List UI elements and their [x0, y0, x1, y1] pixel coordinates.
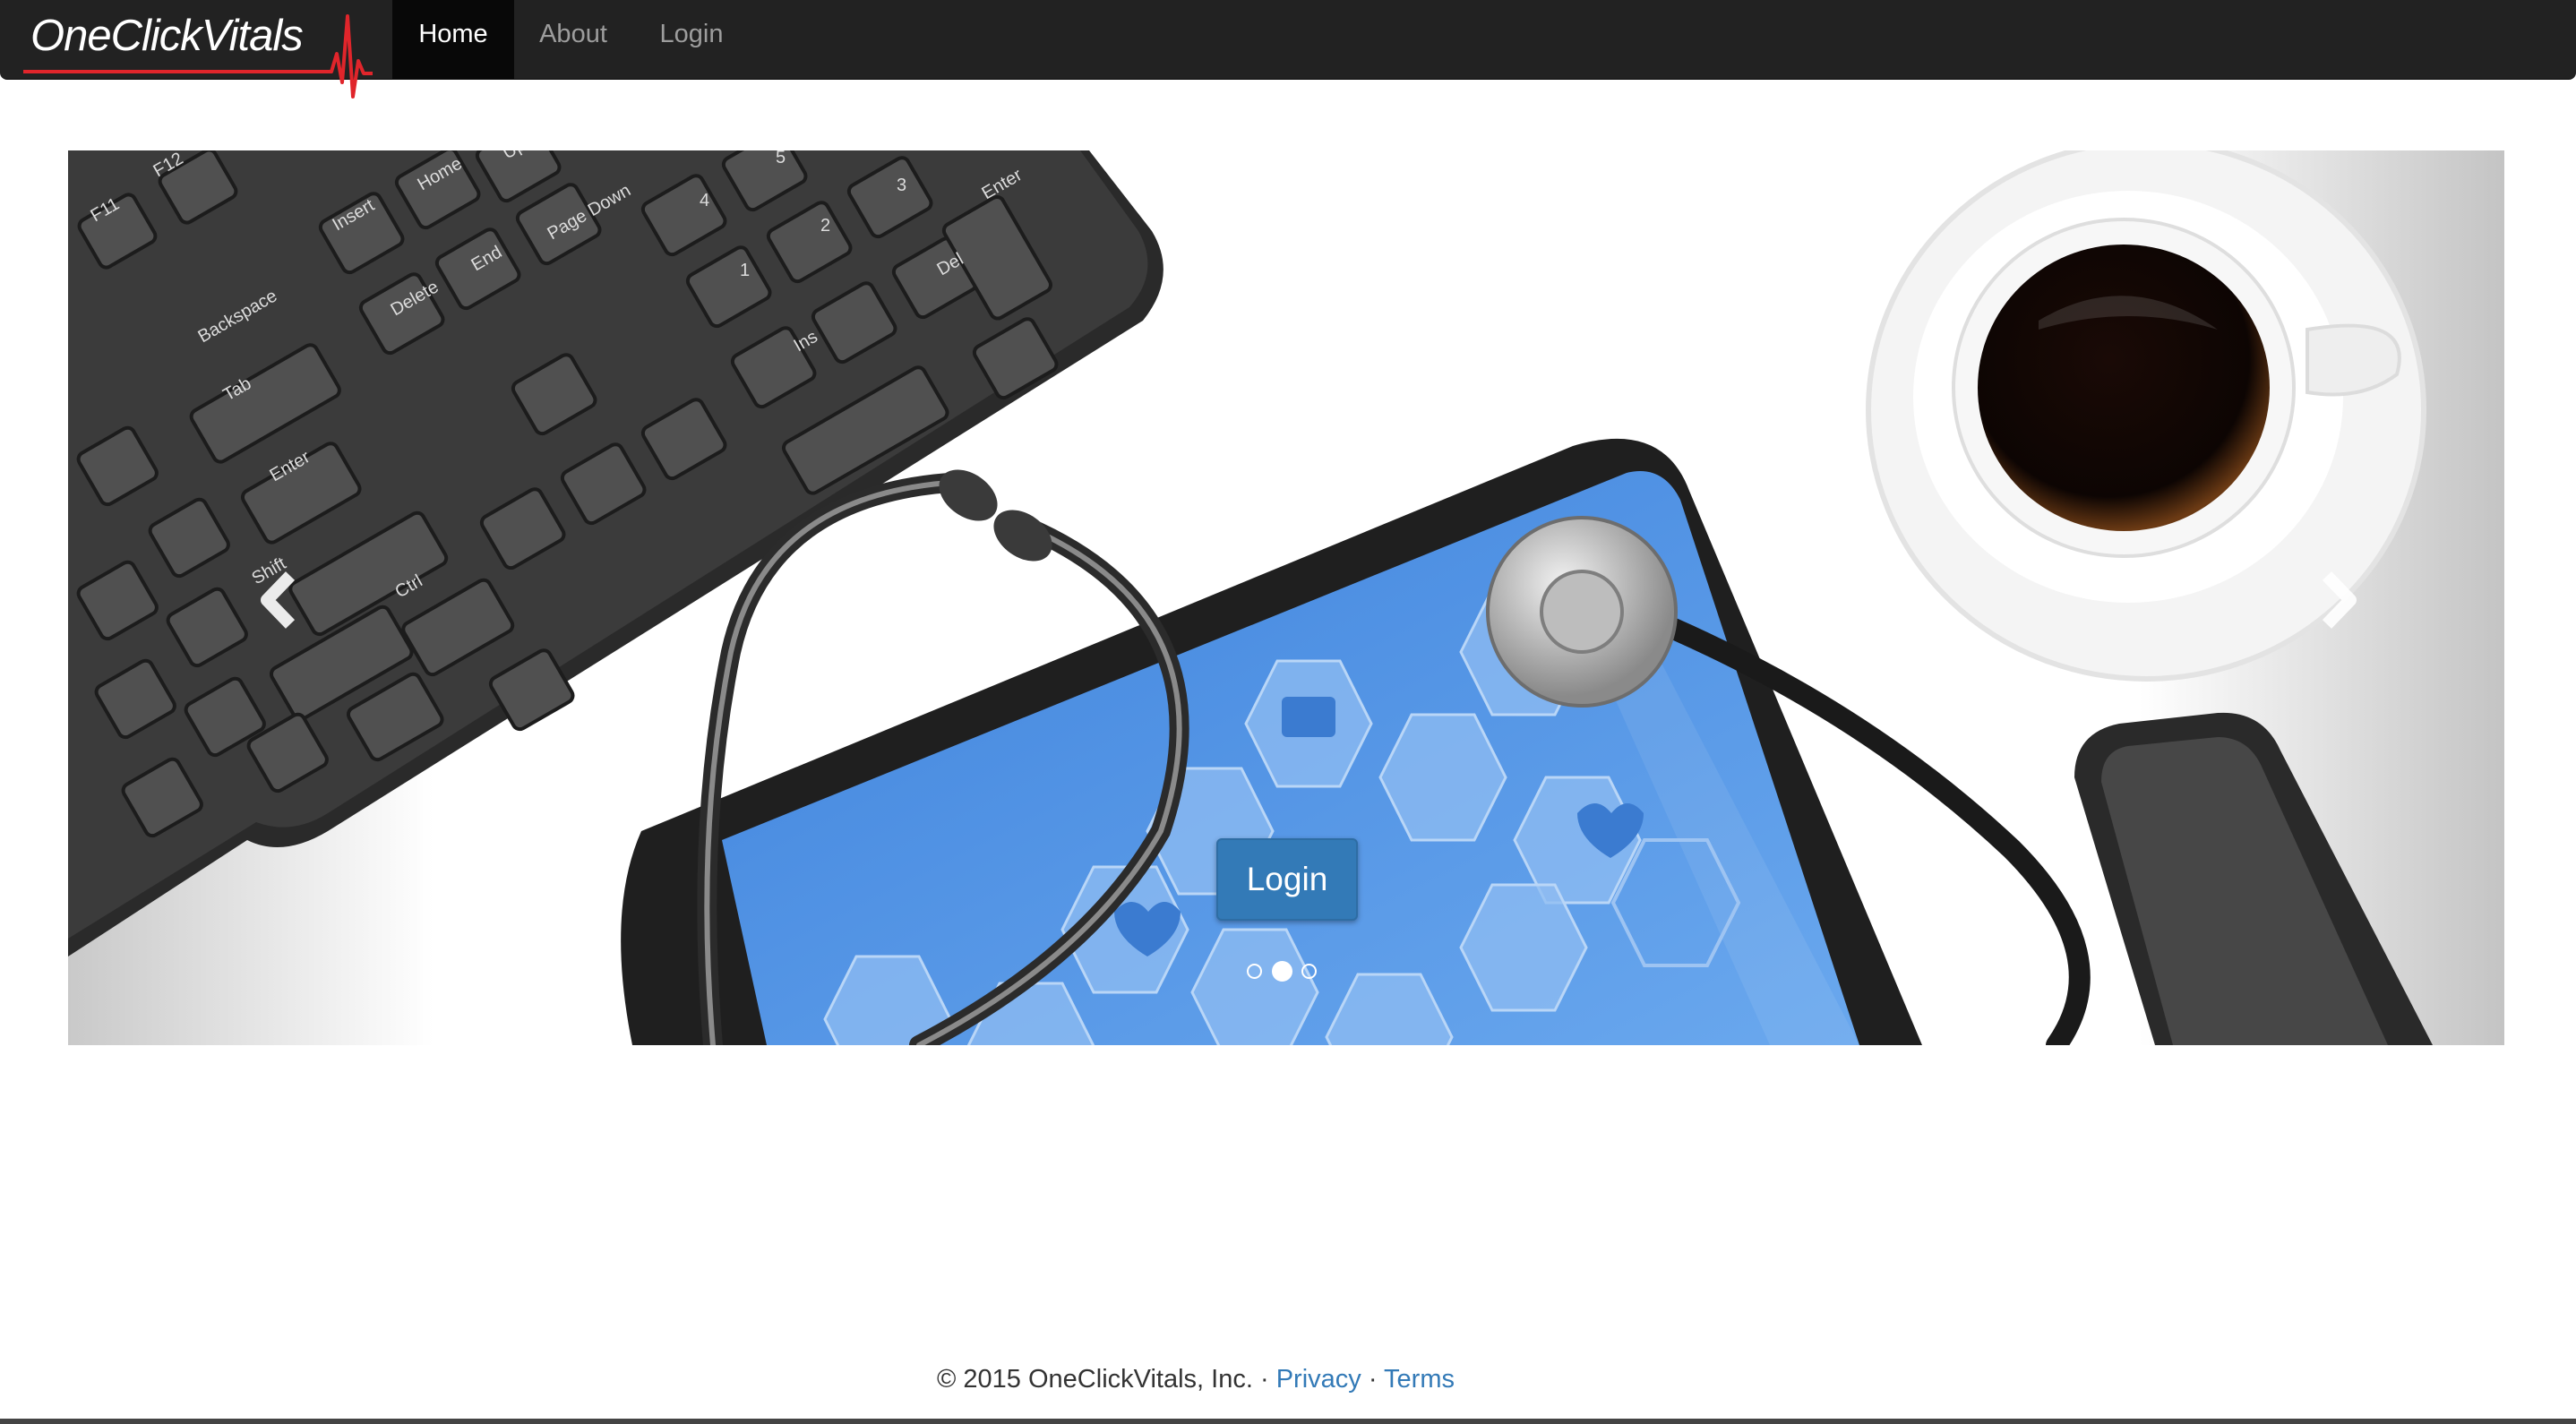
- hero-carousel: F11 F12 Insert Home Up Page Down Delete …: [68, 150, 2504, 1045]
- top-navbar: OneClickVitals Home About Login: [0, 0, 2576, 99]
- window-bottom-edge: [0, 1419, 2576, 1424]
- footer-separator: ·: [1368, 1365, 1378, 1394]
- carousel-next-control[interactable]: [2254, 545, 2433, 652]
- chevron-left-icon: [261, 571, 296, 629]
- carousel-indicator-1[interactable]: [1247, 964, 1262, 979]
- nav-login[interactable]: Login: [636, 0, 747, 79]
- footer-privacy-link[interactable]: Privacy: [1276, 1365, 1361, 1394]
- nav-about[interactable]: About: [521, 0, 625, 79]
- carousel-indicator-3[interactable]: [1301, 964, 1317, 979]
- carousel-indicator-2[interactable]: [1272, 961, 1292, 982]
- footer-separator: ·: [1259, 1365, 1269, 1394]
- footer-copyright: © 2015 OneClickVitals, Inc.: [937, 1365, 1253, 1394]
- nav-home[interactable]: Home: [392, 0, 514, 79]
- heartbeat-pulse-icon: [23, 14, 373, 99]
- brand-logo[interactable]: OneClickVitals: [23, 0, 373, 100]
- carousel-prev-control[interactable]: [202, 545, 382, 652]
- svg-text:3: 3: [897, 176, 906, 195]
- svg-text:5: 5: [776, 150, 786, 167]
- svg-text:2: 2: [820, 216, 830, 236]
- svg-text:4: 4: [700, 191, 709, 210]
- chevron-right-icon: [2322, 571, 2357, 629]
- footer-terms-link[interactable]: Terms: [1384, 1365, 1455, 1394]
- page-footer: © 2015 OneClickVitals, Inc. · Privacy · …: [0, 1365, 2391, 1394]
- carousel-login-button[interactable]: Login: [1216, 838, 1358, 921]
- carousel-indicators: [1247, 961, 1336, 983]
- svg-text:1: 1: [740, 261, 750, 280]
